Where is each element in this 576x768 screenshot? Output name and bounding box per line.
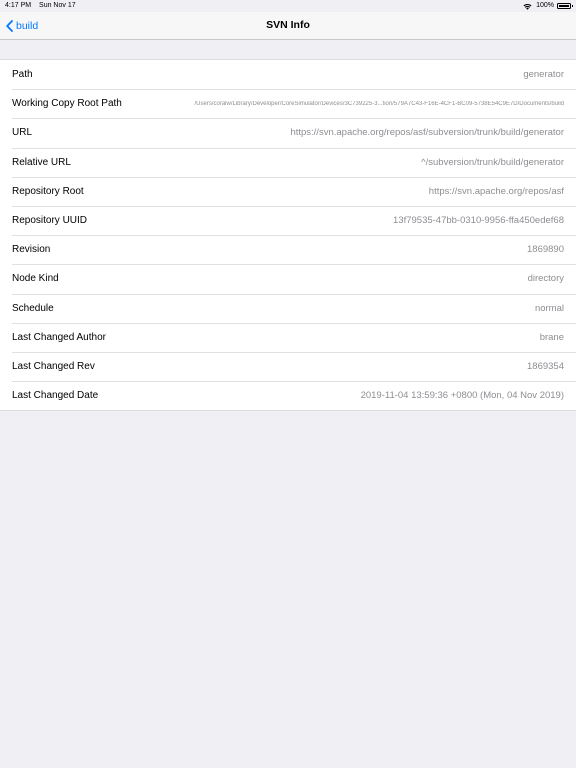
- status-left: 4:17 PM Sun Nov 17: [5, 0, 82, 12]
- info-row-repository-uuid[interactable]: Repository UUID 13f79535-47bb-0310-9956-…: [0, 205, 576, 235]
- battery-percentage: 100%: [536, 2, 554, 9]
- info-row-last-changed-author[interactable]: Last Changed Author brane: [0, 322, 576, 352]
- info-row-node-kind[interactable]: Node Kind directory: [0, 264, 576, 293]
- row-value: directory: [527, 273, 564, 285]
- info-row-relative-url[interactable]: Relative URL ^/subversion/trunk/build/ge…: [0, 147, 576, 177]
- status-date: Sun Nov 17: [39, 2, 76, 9]
- row-key: Repository Root: [12, 185, 84, 197]
- page-title: SVN Info: [266, 19, 310, 31]
- row-key: URL: [12, 127, 33, 139]
- row-key: Repository UUID: [12, 215, 88, 227]
- row-key: Last Changed Author: [12, 331, 106, 343]
- row-key: Revision: [12, 244, 51, 256]
- row-value: ^/subversion/trunk/build/generator: [421, 156, 564, 168]
- row-key: Path: [12, 69, 33, 81]
- row-key: Last Changed Rev: [12, 360, 95, 372]
- row-value: 2019-11-04 13:59:36 +0800 (Mon, 04 Nov 2…: [360, 390, 564, 402]
- navigation-bar: build SVN Info: [0, 12, 576, 40]
- status-bar: 4:17 PM Sun Nov 17 100%: [0, 0, 576, 12]
- row-key: Last Changed Date: [12, 390, 99, 402]
- row-value: /Users/coralw/Library/Developer/CoreSimu…: [194, 100, 564, 107]
- status-right: 100%: [523, 0, 573, 12]
- row-value: normal: [534, 302, 564, 314]
- back-button-label: build: [16, 19, 39, 32]
- info-row-schedule[interactable]: Schedule normal: [0, 293, 576, 323]
- info-row-path[interactable]: Path generator: [0, 60, 576, 89]
- wifi-icon: [523, 3, 532, 10]
- chevron-left-icon: [6, 19, 13, 32]
- back-button[interactable]: build: [6, 12, 38, 39]
- info-row-working-copy-root-path[interactable]: Working Copy Root Path /Users/coralw/Lib…: [0, 89, 576, 118]
- info-row-last-changed-rev[interactable]: Last Changed Rev 1869354: [0, 351, 576, 381]
- status-time: 4:17 PM: [5, 2, 32, 9]
- row-key: Node Kind: [12, 273, 59, 285]
- row-key: Working Copy Root Path: [12, 98, 122, 110]
- row-value: 13f79535-47bb-0310-9956-ffa450edef68: [393, 215, 564, 227]
- info-table: Path generator Working Copy Root Path /U…: [0, 59, 576, 412]
- battery-icon: [557, 3, 573, 9]
- row-value: 1869354: [527, 360, 564, 372]
- row-key: Schedule: [12, 302, 54, 314]
- row-value: https://svn.apache.org/repos/asf/subvers…: [290, 127, 564, 139]
- row-value: generator: [523, 69, 564, 81]
- info-row-revision[interactable]: Revision 1869890: [0, 235, 576, 264]
- row-key: Relative URL: [12, 156, 71, 168]
- row-value: 1869890: [527, 244, 564, 256]
- row-value: brane: [539, 331, 564, 343]
- info-row-url[interactable]: URL https://svn.apache.org/repos/asf/sub…: [0, 118, 576, 147]
- info-row-last-changed-date[interactable]: Last Changed Date 2019-11-04 13:59:36 +0…: [0, 381, 576, 410]
- row-value: https://svn.apache.org/repos/asf: [428, 185, 564, 197]
- info-row-repository-root[interactable]: Repository Root https://svn.apache.org/r…: [0, 176, 576, 206]
